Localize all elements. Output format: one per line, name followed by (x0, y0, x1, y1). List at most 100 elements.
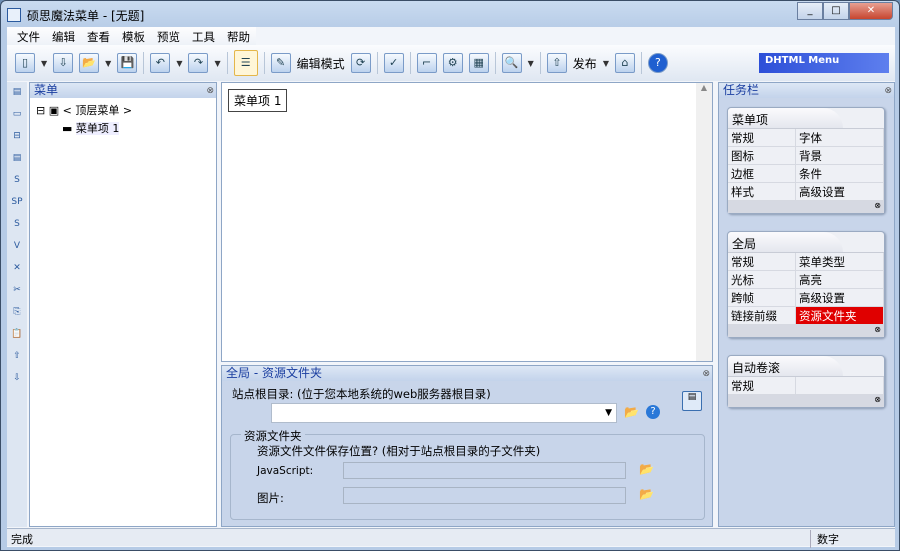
task-link[interactable]: 跨帧 (728, 289, 796, 307)
images-folder-input[interactable] (343, 487, 626, 504)
task-link[interactable]: 样式 (728, 183, 796, 201)
task-link[interactable]: 高亮 (796, 271, 884, 289)
refresh-icon[interactable]: ⟳ (350, 53, 371, 73)
home-icon[interactable]: ⌂ (614, 53, 635, 73)
add-menu-icon[interactable]: ▤ (9, 84, 25, 100)
site-root-combo[interactable]: ▼ (271, 403, 617, 423)
paste-icon[interactable]: 📋 (9, 326, 25, 342)
collapse-icon[interactable]: ⊗ (728, 201, 884, 213)
card-title: 自动卷滚 (728, 356, 844, 376)
vertical-scrollbar[interactable]: ▲ (696, 83, 712, 361)
new-dropdown[interactable]: ▼ (41, 59, 47, 68)
save-location-question: 资源文件文件保存位置? (相对于站点根目录的子文件夹) (257, 444, 541, 458)
help-icon[interactable]: ? (647, 53, 668, 73)
close-icon[interactable]: ⊗ (702, 367, 710, 382)
task-link[interactable]: 高级设置 (796, 183, 884, 201)
task-panel-title: 任务栏 (723, 83, 760, 97)
maximize-button[interactable]: □ (823, 2, 849, 20)
publish-dropdown[interactable]: ▼ (603, 59, 609, 68)
canvas-menu-item[interactable]: 菜单项 1 (228, 89, 288, 112)
task-link[interactable]: 高级设置 (796, 289, 884, 307)
layout-icon[interactable]: ▦ (468, 53, 489, 73)
card-menu-item: 菜单项 常规 字体 图标 背景 边框 条件 样式 高级设置 ⊗ (727, 107, 885, 214)
task-link[interactable]: 常规 (728, 129, 796, 147)
task-link[interactable]: 字体 (796, 129, 884, 147)
publish-button[interactable]: 发布 (573, 55, 597, 72)
site-root-label: 站点根目录: (位于您本地系统的web服务器根目录) (232, 387, 491, 401)
settings-icon[interactable]: ⚙ (442, 53, 463, 73)
menu-preview[interactable]: 预览 (151, 27, 186, 45)
open-dropdown[interactable]: ▼ (105, 59, 111, 68)
add-item-after-icon[interactable]: ▤ (9, 150, 25, 166)
preview-icon[interactable]: 🔍 (501, 53, 522, 73)
help-icon[interactable]: ? (646, 405, 660, 419)
close-icon[interactable]: ⊗ (884, 84, 892, 99)
task-link[interactable]: 背景 (796, 147, 884, 165)
task-link[interactable]: 光标 (728, 271, 796, 289)
style-icon[interactable]: ✓ (383, 53, 404, 73)
window-title: 硕思魔法菜单 - [无题] (27, 8, 145, 23)
separator-icon[interactable]: S (9, 172, 25, 188)
images-label: 图片: (257, 491, 284, 505)
task-link[interactable]: 常规 (728, 253, 796, 271)
menu-tools[interactable]: 工具 (186, 27, 221, 45)
publish-icon[interactable]: ⇧ (546, 53, 567, 73)
menu-view[interactable]: 查看 (81, 27, 116, 45)
minimize-button[interactable]: _ (797, 2, 823, 20)
preview-dropdown[interactable]: ▼ (528, 59, 534, 68)
left-tool-strip: ▤ ▭ ⊟ ▤ S SP S V ✕ ✂ ⎘ 📋 ⇧ ⇩ (7, 82, 27, 527)
add-item-icon[interactable]: ⊟ (9, 128, 25, 144)
sub-separator-icon[interactable]: S (9, 216, 25, 232)
undo-dropdown[interactable]: ▼ (176, 59, 182, 68)
task-link[interactable]: 链接前缀 (728, 307, 796, 325)
new-icon[interactable]: ▯ (15, 53, 35, 73)
tree-root[interactable]: ⊟ ▣ < 顶层菜单 > (36, 102, 210, 120)
menu-help[interactable]: 帮助 (221, 27, 256, 45)
menu-file[interactable]: 文件 (11, 27, 46, 45)
tree-item[interactable]: ▬ 菜单项 1 (36, 120, 210, 138)
move-up-icon[interactable]: ⇧ (9, 348, 25, 364)
menu-edit[interactable]: 编辑 (46, 27, 81, 45)
close-button[interactable]: ✕ (849, 2, 893, 20)
edit-mode-icon[interactable]: ✎ (270, 53, 291, 73)
cut-icon[interactable]: ✂ (9, 282, 25, 298)
task-link-selected[interactable]: 资源文件夹 (796, 307, 884, 325)
item-icon[interactable]: ⌐ (416, 53, 437, 73)
resource-folder-group: 资源文件夹 资源文件文件保存位置? (相对于站点根目录的子文件夹) JavaSc… (230, 428, 705, 520)
task-panel: 任务栏 ⊗ 菜单项 常规 字体 图标 背景 边框 条件 样式 高级设置 ⊗ 全局 … (718, 82, 895, 527)
list-view-icon[interactable]: ☰ (233, 50, 258, 76)
menu-tree-panel: 菜单 ⊗ ⊟ ▣ < 顶层菜单 > ▬ 菜单项 1 (29, 82, 217, 527)
add-submenu-icon[interactable]: ▭ (9, 106, 25, 122)
browse-folder-icon[interactable]: 📂 (639, 462, 654, 476)
browse-folder-icon[interactable]: 📂 (624, 405, 639, 419)
group-title: 资源文件夹 (241, 428, 305, 444)
task-link[interactable]: 条件 (796, 165, 884, 183)
properties-icon[interactable]: ▤ (682, 391, 702, 411)
design-canvas[interactable]: 菜单项 1 ▲ (221, 82, 713, 362)
undo-icon[interactable]: ↶ (150, 53, 171, 73)
close-icon[interactable]: ⊗ (206, 84, 214, 99)
open-icon[interactable]: 📂 (79, 53, 100, 73)
redo-dropdown[interactable]: ▼ (214, 59, 220, 68)
v-separator-icon[interactable]: V (9, 238, 25, 254)
edit-mode-button[interactable]: 编辑模式 (297, 55, 345, 72)
task-link[interactable]: 边框 (728, 165, 796, 183)
redo-icon[interactable]: ↷ (188, 53, 209, 73)
browse-folder-icon[interactable]: 📂 (639, 487, 654, 501)
task-link[interactable]: 常规 (728, 377, 796, 395)
separator-sp-icon[interactable]: SP (9, 194, 25, 210)
move-down-icon[interactable]: ⇩ (9, 370, 25, 386)
delete-icon[interactable]: ✕ (9, 260, 25, 276)
card-auto-scroll: 自动卷滚 常规 ⊗ (727, 355, 885, 408)
card-global: 全局 常规 菜单类型 光标 高亮 跨帧 高级设置 链接前缀 资源文件夹 ⊗ (727, 231, 885, 338)
title-bar: 硕思魔法菜单 - [无题] (7, 4, 144, 26)
task-link[interactable]: 菜单类型 (796, 253, 884, 271)
import-icon[interactable]: ⇩ (53, 53, 74, 73)
menu-template[interactable]: 模板 (116, 27, 151, 45)
collapse-icon[interactable]: ⊗ (728, 395, 884, 407)
save-icon[interactable]: 💾 (117, 53, 138, 73)
collapse-icon[interactable]: ⊗ (728, 325, 884, 337)
task-link[interactable]: 图标 (728, 147, 796, 165)
copy-icon[interactable]: ⎘ (9, 304, 25, 320)
javascript-folder-input[interactable] (343, 462, 626, 479)
